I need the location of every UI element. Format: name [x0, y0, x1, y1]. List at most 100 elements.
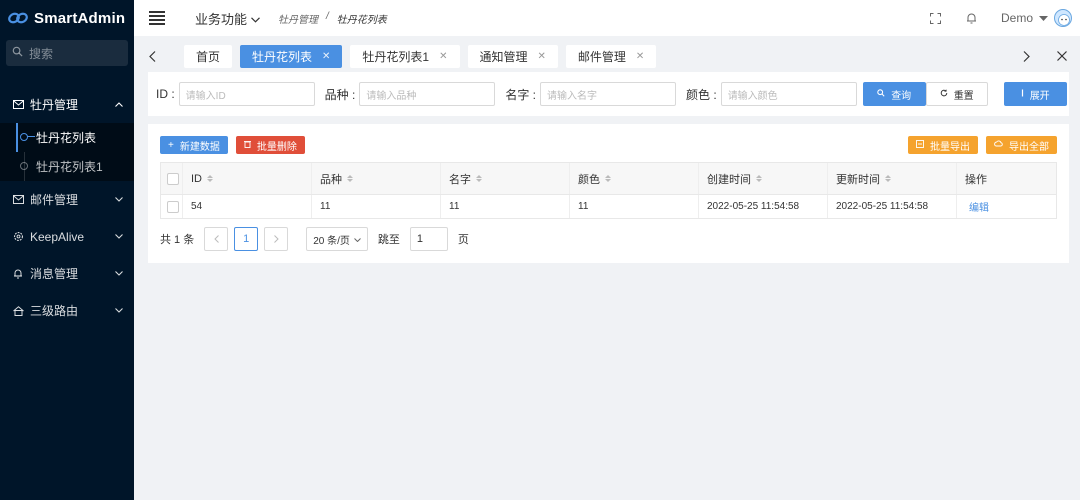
column-title: ID: [191, 172, 202, 185]
sort-icon[interactable]: [476, 175, 482, 182]
avatar: [1054, 9, 1072, 27]
sidebar-item-peony[interactable]: 牡丹管理: [0, 86, 134, 123]
create-button[interactable]: + 新建数据: [160, 136, 228, 154]
sort-icon[interactable]: [756, 175, 762, 182]
reset-button[interactable]: 重置: [925, 82, 988, 106]
column-header-action: 操作: [957, 163, 1056, 194]
sidebar-item-label: KeepAlive: [30, 229, 85, 244]
column-header-variety[interactable]: 品种: [312, 163, 441, 194]
tab-peony-list-1[interactable]: 牡丹花列表1 ✕: [350, 44, 460, 68]
logo[interactable]: SmartAdmin: [0, 0, 134, 36]
sidebar-item-routes[interactable]: 三级路由: [0, 292, 134, 329]
search-button[interactable]: 查询: [862, 82, 926, 106]
column-header-id[interactable]: ID: [183, 163, 312, 194]
field-label: 名字 :: [505, 87, 537, 102]
tab-notice[interactable]: 通知管理 ✕: [467, 44, 558, 68]
pagination: 共 1 条 1 20 条/页 跳至 1 页: [160, 227, 469, 251]
caret-down-icon: [1039, 11, 1048, 25]
sidebar-item-peony-list-1[interactable]: 牡丹花列表1: [0, 152, 134, 181]
close-icon[interactable]: ✕: [636, 51, 644, 62]
header-actions: Demo: [929, 9, 1080, 27]
tab-peony-list[interactable]: 牡丹花列表 ✕: [240, 44, 343, 68]
export-all-label: 导出全部: [1009, 141, 1049, 153]
name-input[interactable]: 请输入名字: [540, 82, 677, 106]
tab-label: 牡丹花列表: [252, 49, 313, 64]
dot-icon: [20, 162, 28, 170]
page-size-value: 20 条/页: [313, 235, 350, 247]
batch-delete-label: 批量删除: [256, 141, 297, 153]
tab-home[interactable]: 首页: [184, 44, 233, 68]
jump-input[interactable]: 1: [409, 227, 448, 251]
reset-label: 重置: [953, 90, 974, 102]
column-header-name[interactable]: 名字: [441, 163, 570, 194]
column-header-color[interactable]: 颜色: [570, 163, 699, 194]
column-header-created[interactable]: 创建时间: [699, 163, 828, 194]
gear-icon: [12, 231, 24, 243]
row-checkbox[interactable]: [167, 200, 179, 213]
close-icon[interactable]: ✕: [439, 51, 447, 62]
sidebar-item-keepalive[interactable]: KeepAlive: [0, 218, 134, 255]
menu-fold-icon[interactable]: [149, 11, 165, 25]
breadcrumb-item[interactable]: 牡丹管理: [278, 11, 318, 26]
query-actions: 查询 重置 展开: [862, 82, 1067, 106]
query-id: ID : 请输入ID: [156, 82, 315, 106]
sidebar-item-label: 邮件管理: [30, 193, 79, 207]
fullscreen-icon[interactable]: [929, 11, 943, 25]
chevron-down-icon: [114, 232, 124, 242]
bell-icon: [12, 268, 24, 280]
user-name: Demo: [1000, 11, 1033, 25]
mail-icon: [12, 99, 24, 111]
edit-link[interactable]: 编辑: [969, 199, 989, 214]
page-size-select[interactable]: 20 条/页: [306, 227, 368, 251]
app-name: SmartAdmin: [34, 9, 126, 27]
user-menu[interactable]: Demo: [1001, 9, 1072, 27]
module-dropdown[interactable]: 业务功能: [195, 9, 260, 28]
tab-mail[interactable]: 邮件管理 ✕: [565, 44, 657, 68]
color-input[interactable]: 请输入颜色: [720, 82, 857, 106]
batch-export-button[interactable]: 批量导出: [908, 136, 978, 154]
cell-color: 11: [570, 195, 699, 218]
export-all-button[interactable]: 导出全部: [986, 136, 1057, 154]
data-table: ID 品种 名字 颜色 创建时间 更新时间 操作 54 11 11 11 202…: [160, 162, 1057, 219]
prev-page-button[interactable]: [204, 227, 229, 251]
header-checkbox-cell: [161, 163, 183, 194]
trash-icon: [243, 140, 251, 151]
column-title: 颜色: [578, 173, 600, 186]
bell-icon[interactable]: [965, 11, 979, 25]
sidebar-item-message[interactable]: 消息管理: [0, 255, 134, 292]
cell-updated: 2022-05-25 11:54:58: [828, 195, 957, 218]
sort-icon[interactable]: [347, 175, 353, 182]
close-icon[interactable]: ✕: [322, 51, 330, 62]
tab-label: 牡丹花列表1: [362, 49, 430, 64]
sidebar-search[interactable]: 搜索: [6, 40, 128, 66]
expand-button[interactable]: 展开: [1003, 82, 1067, 106]
column-title: 创建时间: [707, 173, 751, 186]
next-page-button[interactable]: [264, 227, 289, 251]
sidebar-menu: 牡丹管理 牡丹花列表 牡丹花列表1 邮件管理 KeepAlive 消息管理 三级…: [0, 86, 134, 329]
batch-delete-button[interactable]: 批量删除: [235, 136, 305, 154]
column-header-updated[interactable]: 更新时间: [828, 163, 957, 194]
sidebar-item-mail[interactable]: 邮件管理: [0, 181, 134, 218]
jump-label: 跳至: [377, 234, 400, 246]
sort-icon[interactable]: [605, 175, 611, 182]
id-input[interactable]: 请输入ID: [178, 82, 315, 106]
close-all-tabs-icon[interactable]: [1052, 51, 1072, 61]
sidebar-item-peony-list[interactable]: 牡丹花列表: [0, 123, 134, 152]
search-icon: [12, 46, 23, 60]
page-1-button[interactable]: 1: [234, 227, 259, 251]
field-label: 品种 :: [324, 87, 356, 102]
search-icon: [877, 88, 885, 100]
tab-label: 通知管理: [479, 49, 528, 64]
close-icon[interactable]: ✕: [538, 51, 546, 62]
sort-icon[interactable]: [207, 175, 213, 182]
tab-scroll-left-icon[interactable]: [142, 50, 162, 62]
variety-input[interactable]: 请输入品种: [359, 82, 496, 106]
export-icon: [916, 139, 924, 151]
cell-created: 2022-05-25 11:54:58: [699, 195, 828, 218]
select-all-checkbox[interactable]: [167, 172, 179, 185]
sidebar-search-placeholder: 搜索: [29, 46, 54, 61]
page-suffix: 页: [457, 234, 469, 246]
tab-scroll-right-icon[interactable]: [1016, 50, 1036, 62]
sort-icon[interactable]: [885, 175, 891, 182]
search-label: 查询: [891, 90, 912, 102]
